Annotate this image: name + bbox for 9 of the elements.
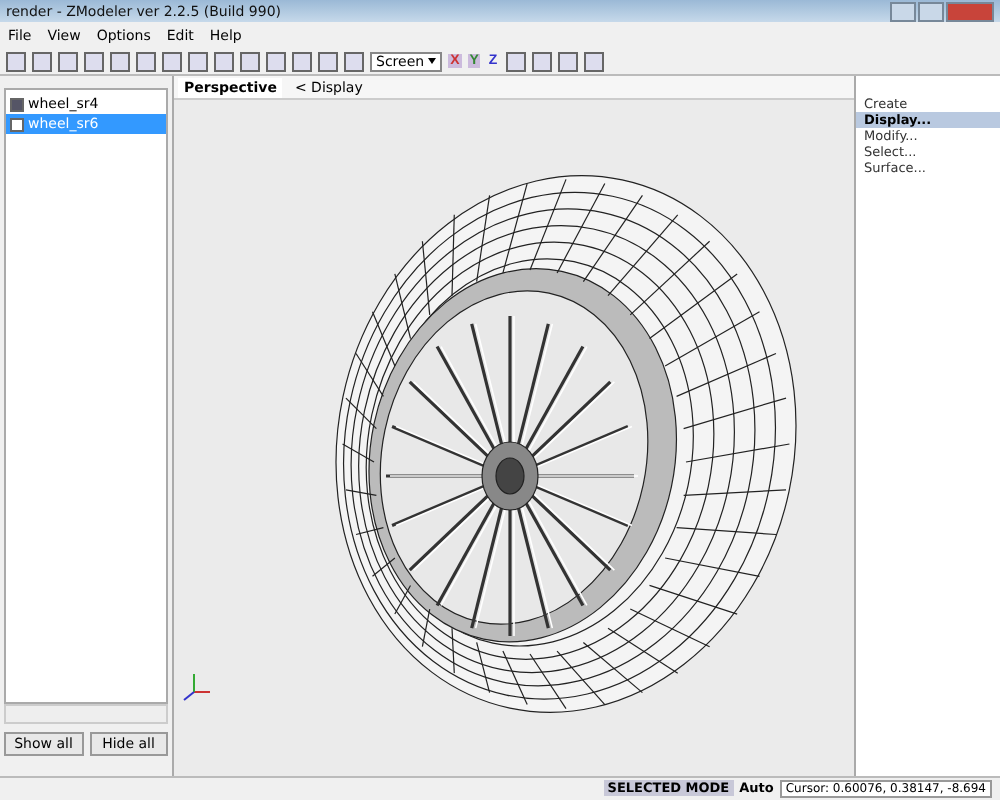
checkbox[interactable] [10,97,24,111]
horizontal-scrollbar[interactable] [4,704,168,724]
toolbar-icon[interactable] [583,51,604,71]
toolbar-icon[interactable] [505,51,526,71]
toolbar-icon[interactable] [531,51,552,71]
caret-icon [428,58,437,64]
axis-gizmo-icon [183,673,211,701]
toolbar-icon[interactable] [557,51,578,71]
checkbox[interactable] [10,117,24,131]
